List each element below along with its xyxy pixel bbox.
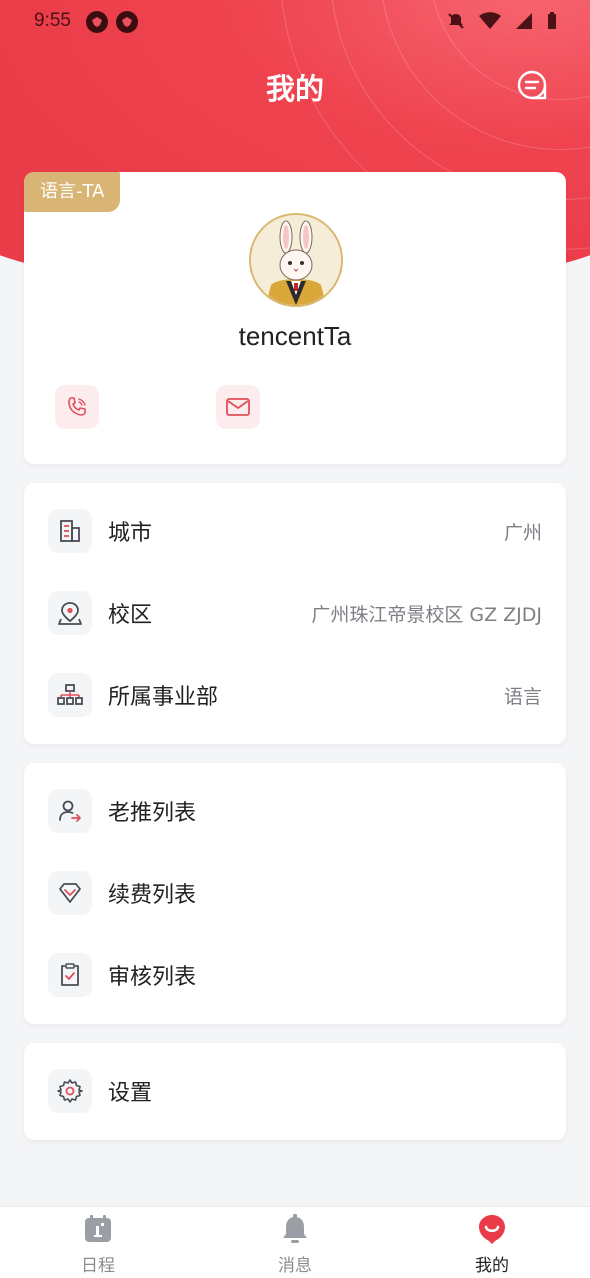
campus-row: 校区 广州珠江帝景校区 GZ ZJDJ bbox=[24, 573, 566, 653]
calendar-icon bbox=[82, 1213, 114, 1245]
tab-schedule[interactable]: 日程 bbox=[38, 1213, 158, 1278]
mail-icon bbox=[226, 398, 250, 416]
message-icon[interactable] bbox=[516, 69, 548, 101]
status-bar: 9:55 bbox=[0, 0, 590, 44]
username: tencentTa bbox=[238, 321, 352, 351]
role-tag: 语言-TA bbox=[24, 172, 121, 212]
wifi-icon bbox=[479, 12, 501, 29]
phone-button[interactable] bbox=[55, 385, 99, 429]
page-title: 我的 bbox=[265, 72, 324, 106]
mute-icon bbox=[448, 13, 464, 29]
tab-bar: 日程 消息 我的 bbox=[0, 1206, 590, 1278]
profile-icon bbox=[476, 1213, 508, 1245]
user-referral-icon bbox=[48, 789, 92, 833]
city-value: 广州 bbox=[503, 521, 542, 544]
department-row: 所属事业部 语言 bbox=[24, 655, 566, 735]
avatar[interactable] bbox=[249, 213, 343, 307]
settings-card: 设置 bbox=[24, 1043, 566, 1140]
notification-app-icon bbox=[116, 11, 138, 33]
review-list-row[interactable]: 审核列表 bbox=[24, 935, 566, 1015]
gear-icon bbox=[48, 1069, 92, 1113]
info-card: 城市 广州 校区 广州珠江帝景校区 GZ ZJDJ 所属事业部 语言 bbox=[24, 483, 566, 744]
settings-row[interactable]: 设置 bbox=[24, 1051, 566, 1131]
email-button[interactable] bbox=[216, 385, 260, 429]
referral-list-row[interactable]: 老推列表 bbox=[24, 771, 566, 851]
review-list-label: 审核列表 bbox=[108, 965, 197, 990]
lists-card: 老推列表 续费列表 审核列表 bbox=[24, 763, 566, 1024]
status-time: 9:55 bbox=[34, 10, 71, 31]
city-row: 城市 广州 bbox=[24, 491, 566, 571]
referral-list-label: 老推列表 bbox=[108, 801, 197, 826]
tab-messages-label: 消息 bbox=[278, 1256, 312, 1276]
profile-card: 语言-TA tencentTa bbox=[24, 172, 566, 464]
tab-schedule-label: 日程 bbox=[81, 1256, 115, 1276]
tab-mine-label: 我的 bbox=[475, 1256, 509, 1276]
department-value: 语言 bbox=[503, 685, 542, 708]
signal-icon bbox=[516, 13, 532, 29]
diamond-icon bbox=[48, 871, 92, 915]
campus-label: 校区 bbox=[108, 603, 153, 628]
renewal-list-row[interactable]: 续费列表 bbox=[24, 853, 566, 933]
status-icons bbox=[446, 11, 558, 31]
battery-icon bbox=[548, 12, 556, 29]
bell-icon bbox=[279, 1213, 311, 1245]
org-chart-icon bbox=[48, 673, 92, 717]
tab-mine[interactable]: 我的 bbox=[432, 1213, 552, 1278]
campus-value: 广州珠江帝景校区 GZ ZJDJ bbox=[311, 603, 542, 626]
notification-app-icon bbox=[86, 11, 108, 33]
phone-icon bbox=[68, 397, 86, 416]
navigation-bar: 我的 bbox=[0, 60, 590, 110]
renewal-list-label: 续费列表 bbox=[108, 883, 197, 908]
tab-messages[interactable]: 消息 bbox=[235, 1213, 355, 1278]
clipboard-check-icon bbox=[48, 953, 92, 997]
location-pin-icon bbox=[48, 591, 92, 635]
department-label: 所属事业部 bbox=[108, 685, 219, 710]
building-icon bbox=[48, 509, 92, 553]
city-label: 城市 bbox=[108, 521, 153, 546]
page: 9:55 我的 语言-TA tencentTa 城市 广州 校区 广州珠江帝景校… bbox=[0, 0, 590, 1278]
settings-label: 设置 bbox=[108, 1081, 153, 1106]
